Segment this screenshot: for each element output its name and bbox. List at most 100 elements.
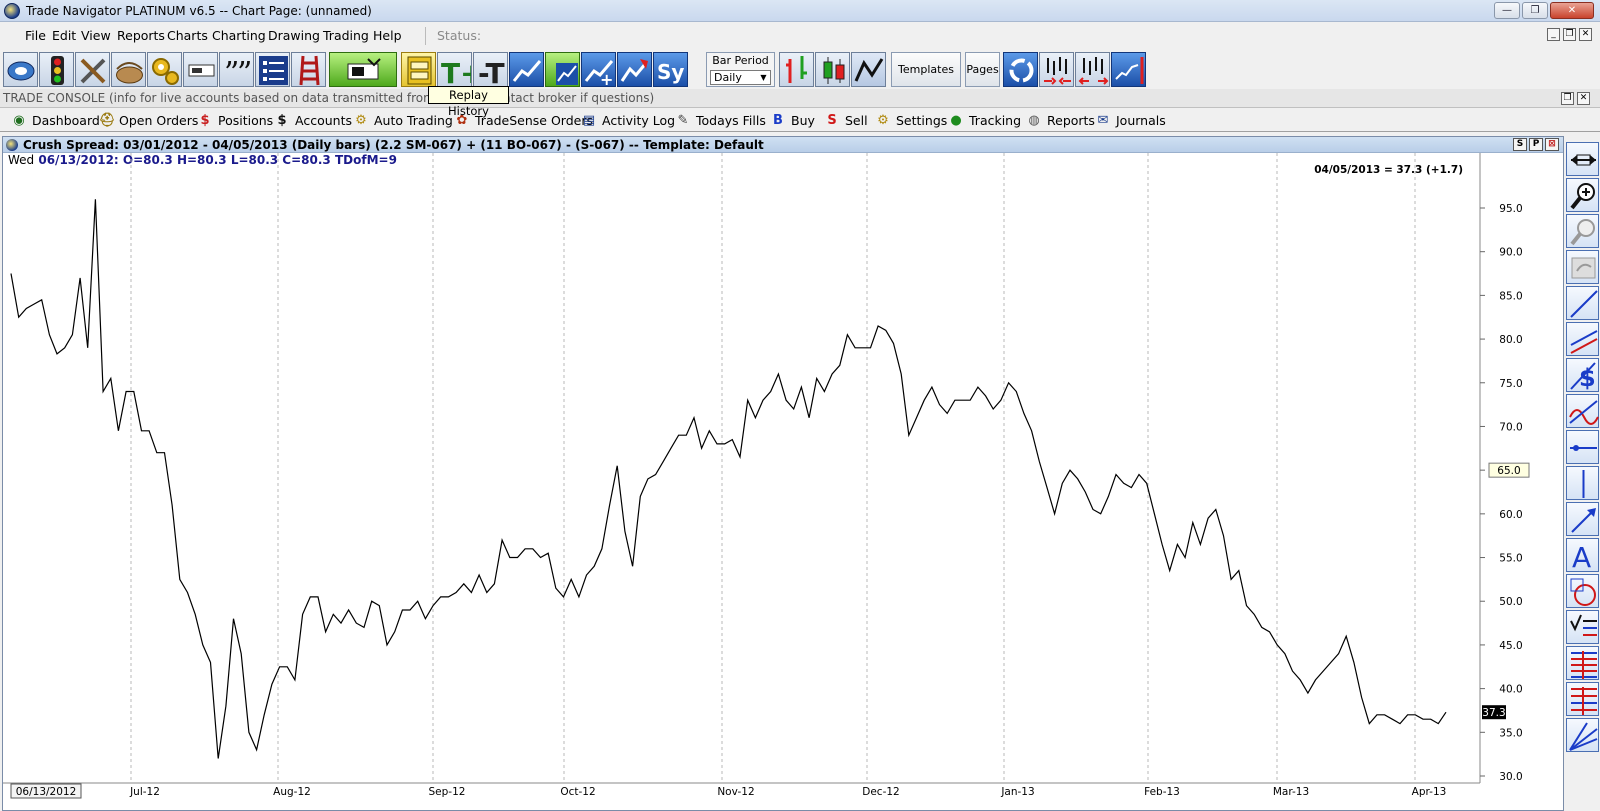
svg-text:-T: -T [478,57,505,87]
caption-p-button[interactable]: P [1529,138,1543,151]
scroll-end-button[interactable] [1111,52,1146,87]
vertical-line-button[interactable] [1566,466,1599,500]
last-price-text: 37.3 [1482,707,1505,719]
x-tick-label: Nov-12 [717,786,754,798]
horizontal-line-button[interactable] [1566,430,1599,464]
activity-log-button[interactable]: ▤ Activity Log [582,113,675,128]
menu-charting[interactable]: Charting [212,28,266,43]
caption-close-button[interactable]: ⊠ [1545,138,1559,151]
menu-charts[interactable]: Charts [167,28,208,43]
reports-button[interactable]: ◍ Reports [1027,113,1095,128]
menu-help[interactable]: Help [373,28,402,43]
replay-history-button[interactable] [401,52,436,87]
connect-button[interactable] [3,52,38,87]
arrow-tool-button[interactable] [1566,502,1599,536]
bar-chart-button[interactable] [779,52,814,87]
chart-button[interactable] [509,52,544,87]
zoom-in-button[interactable] [1566,178,1599,212]
chart-tool-button[interactable] [617,52,652,87]
todays-fills-button[interactable]: ✎ Todays Fills [676,113,766,128]
close-button[interactable]: ✕ [1550,2,1594,19]
add-study-button[interactable]: T+ [437,52,472,87]
pages-button[interactable]: Pages [965,52,1000,87]
bar-period-select[interactable]: Bar Period Daily ▼ [706,52,775,87]
basket-button[interactable] [111,52,146,87]
zoom-out-button[interactable] [1566,214,1599,248]
ladder-button[interactable] [291,52,326,87]
accounts-button[interactable]: $ Accounts [275,113,352,128]
window-title: Trade Navigator PLATINUM v6.5 -- Chart P… [26,4,372,18]
minimize-button[interactable]: — [1494,2,1520,19]
title-bar: Trade Navigator PLATINUM v6.5 -- Chart P… [0,0,1600,22]
tools-button[interactable] [75,52,110,87]
journals-button[interactable]: ✉ Journals [1096,113,1166,128]
menu-edit[interactable]: Edit [52,28,76,43]
text-tool-button[interactable]: A [1566,538,1599,573]
compress-bars-button[interactable] [1039,52,1074,87]
trade-button[interactable] [329,52,397,87]
mdi-minimize-button[interactable]: _ [1547,28,1560,41]
money-hand-icon [347,58,381,80]
globe-icon: ● [950,112,962,128]
traffic-light-button[interactable] [39,52,74,87]
reports-icon: ◍ [1028,112,1040,128]
fib-retrace-button[interactable] [1566,646,1599,680]
menu-file[interactable]: File [25,28,46,43]
sine-tool-button[interactable] [1566,394,1599,428]
auto-trading-button[interactable]: ⚙ Auto Trading [354,113,453,128]
menu-drawing[interactable]: Drawing [268,28,320,43]
open-orders-button[interactable]: ⛑ Open Orders [99,113,198,128]
list-button[interactable] [255,52,290,87]
caption-s-button[interactable]: S [1513,138,1527,151]
refresh-button[interactable] [1003,52,1038,87]
price-chart[interactable]: 95.0 90.0 85.0 80.0 75.0 70.0 65.0 60.0 55.0 50.0… [3,153,1564,810]
menu-reports[interactable]: Reports [117,28,165,43]
list-icon [259,56,288,85]
maximize-button[interactable]: ❐ [1522,2,1548,19]
x-tick-label: Jan-13 [1000,786,1034,798]
t-plus-icon: T+ [441,57,471,86]
gann-fan-button[interactable] [1566,718,1599,752]
menu-view[interactable]: View [81,28,111,43]
buy-button[interactable]: B Buy [771,113,815,128]
remove-study-button[interactable]: -T [473,52,508,87]
symbol-button[interactable]: Sy [653,52,688,87]
trendline-button[interactable] [1566,286,1599,320]
price-line [10,199,1447,759]
dollar-icon: $ [200,112,210,128]
mdi-close-button[interactable]: ✕ [1579,28,1592,41]
fib-extension-button[interactable] [1566,682,1599,716]
settings-button[interactable]: ⚙ Settings [876,113,947,128]
y-tick-label: 30.0 [1499,771,1522,783]
mdi-restore-button[interactable]: ❐ [1563,28,1576,41]
gears-button[interactable] [147,52,182,87]
dashboard-button[interactable]: ◉ Dashboard [12,113,100,128]
checklist-tool-button[interactable] [1566,610,1599,644]
chart-grid [130,153,1416,783]
channel-button[interactable] [1566,322,1599,356]
ellipse-tool-button[interactable] [1566,574,1599,608]
multi-chart-button[interactable] [545,52,580,87]
y-tick-label: 85.0 [1499,290,1522,302]
sine-icon [1569,400,1599,425]
tracking-button[interactable]: ● Tracking [949,113,1021,128]
menu-trading[interactable]: Trading [323,28,369,43]
trade-console-close-button[interactable]: ✕ [1577,92,1590,105]
cursor-value-text: 65.0 [1497,465,1520,477]
line-chart-button[interactable] [851,52,886,87]
menu-bar: File Edit View Reports Charts Charting D… [0,26,1600,46]
expand-bars-button[interactable] [1075,52,1110,87]
quotes-button[interactable]: ”” [219,52,254,87]
gann-fan-icon [1569,722,1598,751]
templates-button[interactable]: Templates [891,52,961,87]
bar-period-value[interactable]: Daily ▼ [710,70,771,85]
add-chart-button[interactable]: + [581,52,616,87]
dollar-tool-button[interactable]: $ [1566,358,1599,392]
positions-button[interactable]: $ Positions [198,113,273,128]
pan-tool-button[interactable] [1566,142,1599,176]
ticker-button[interactable] [183,52,218,87]
sell-button[interactable]: S Sell [825,113,867,128]
candle-chart-button[interactable] [815,52,850,87]
undo-zoom-button[interactable] [1566,250,1599,284]
trade-console-restore-button[interactable]: ❐ [1561,92,1574,105]
